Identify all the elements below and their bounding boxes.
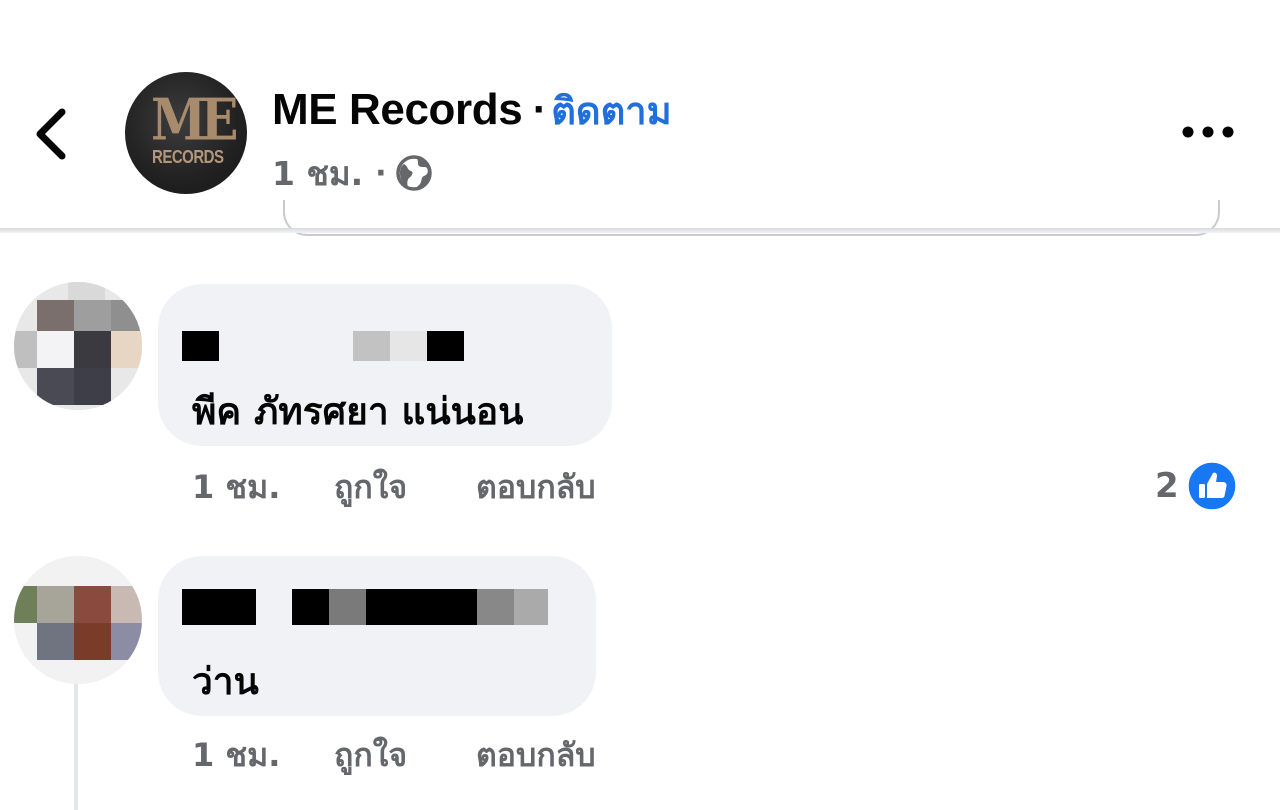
post-timestamp[interactable]: 1 ชม.	[272, 147, 363, 200]
avatar-logo-subtext: RECORDS	[152, 147, 224, 168]
comment-actions: 1 ชม. ถูกใจ ตอบกลับ	[192, 462, 596, 512]
reaction-summary[interactable]: 2	[1155, 460, 1237, 512]
comment-bubble: ว่าน	[158, 556, 596, 716]
commenter-avatar[interactable]	[14, 556, 142, 684]
header-divider	[0, 228, 1280, 233]
title-separator: ·	[532, 90, 546, 130]
reaction-count: 2	[1155, 466, 1179, 506]
chevron-left-icon[interactable]	[30, 104, 74, 164]
page-name-link[interactable]: ME Records	[272, 85, 523, 135]
comment-author-redacted[interactable]	[182, 589, 548, 625]
reply-button[interactable]: ตอบกลับ	[476, 730, 596, 781]
follow-button[interactable]: ติดตาม	[551, 80, 671, 141]
meta-separator: ·	[375, 155, 387, 191]
like-button[interactable]: ถูกใจ	[334, 730, 476, 781]
thumbs-up-icon	[1186, 461, 1237, 511]
page-avatar[interactable]: ME RECORDS	[125, 72, 247, 194]
comment-bubble: พีค ภัทรศยา แน่นอน	[158, 284, 612, 446]
avatar-logo-mark: ME	[151, 85, 239, 154]
reply-thread-line	[74, 684, 78, 810]
globe-icon	[395, 155, 432, 191]
reply-button[interactable]: ตอบกลับ	[476, 462, 596, 513]
comment-text: พีค ภัทรศยา แน่นอน	[192, 390, 524, 433]
commenter-avatar[interactable]	[14, 282, 142, 410]
comment-actions: 1 ชม. ถูกใจ ตอบกลับ	[192, 730, 596, 780]
like-button[interactable]: ถูกใจ	[334, 462, 476, 513]
post-meta-row: 1 ชม. ·	[272, 150, 433, 196]
comment-author-redacted[interactable]	[182, 331, 464, 361]
more-horizontal-icon[interactable]	[1178, 114, 1238, 150]
post-title-row: ME Records · ติดตาม	[272, 84, 672, 136]
comment-text: ว่าน	[192, 660, 259, 703]
post-header: ME RECORDS ME Records · ติดตาม 1 ชม. ·	[0, 0, 1280, 232]
comment-timestamp[interactable]: 1 ชม.	[192, 462, 334, 513]
comment-timestamp[interactable]: 1 ชม.	[192, 730, 334, 781]
